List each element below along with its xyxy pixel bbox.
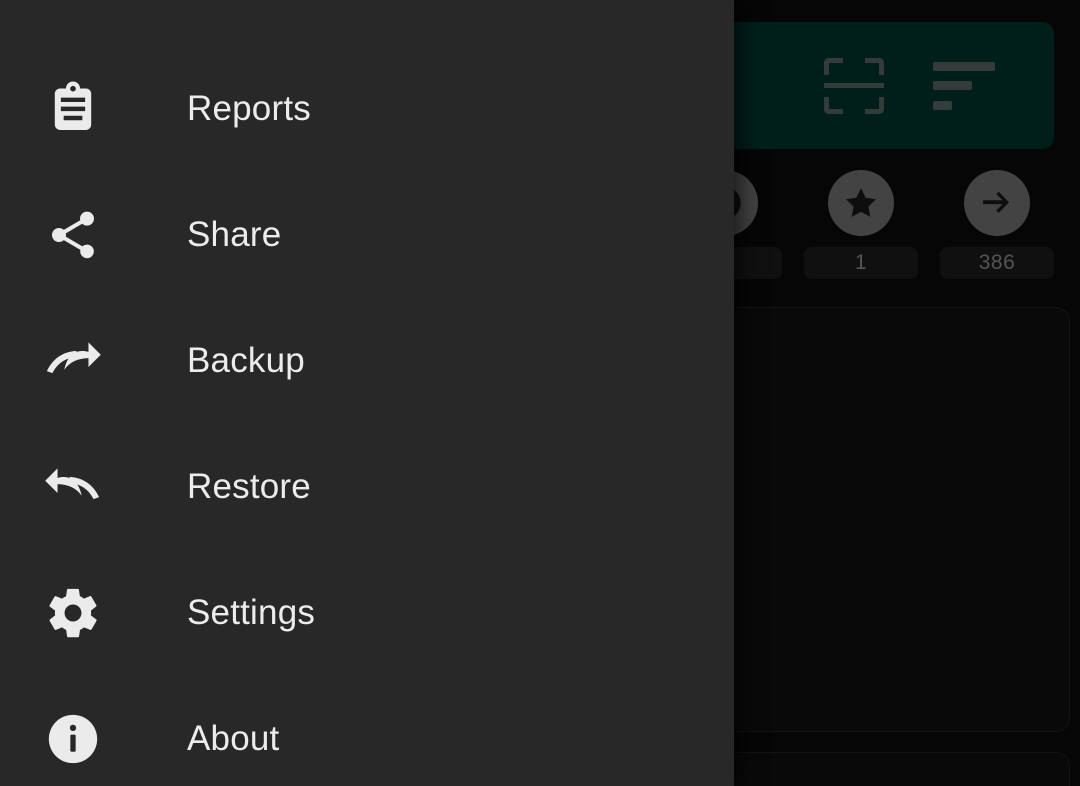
drawer-item-reports[interactable]: Reports: [0, 46, 734, 172]
app-screen: 1 386 Reports Share Backup Restore Setti…: [0, 0, 1080, 786]
gear-icon: [40, 580, 106, 646]
share-icon: [40, 202, 106, 268]
drawer-item-label: Reports: [187, 89, 311, 128]
drawer-item-backup[interactable]: Backup: [0, 298, 734, 424]
undo-arrow-icon: [40, 454, 106, 520]
drawer-item-share[interactable]: Share: [0, 172, 734, 298]
drawer-item-about[interactable]: About: [0, 676, 734, 786]
drawer-item-settings[interactable]: Settings: [0, 550, 734, 676]
drawer-item-restore[interactable]: Restore: [0, 424, 734, 550]
navigation-drawer: Reports Share Backup Restore Settings Ab…: [0, 0, 734, 786]
drawer-item-label: About: [187, 719, 280, 758]
drawer-item-label: Backup: [187, 341, 305, 380]
redo-arrow-icon: [40, 328, 106, 394]
drawer-item-label: Share: [187, 215, 282, 254]
clipboard-icon: [40, 76, 106, 142]
drawer-item-label: Settings: [187, 593, 316, 632]
info-circle-icon: [40, 706, 106, 772]
drawer-item-label: Restore: [187, 467, 311, 506]
